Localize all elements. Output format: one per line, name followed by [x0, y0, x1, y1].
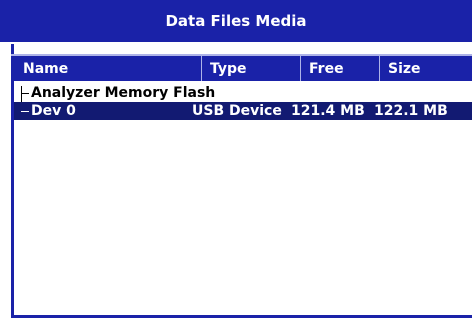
tree-item-dev-0[interactable]: Dev 0 USB Device 121.4 MB 122.1 MB	[14, 102, 472, 120]
dialog-title: Data Files Media	[0, 0, 472, 42]
column-header-row: Name Type Free Size	[11, 54, 472, 81]
tree-branch-line	[21, 111, 29, 112]
data-files-media-dialog: Data Files Media Name Type Free Size Ana…	[0, 0, 472, 318]
item-size: 122.1 MB	[374, 103, 448, 119]
tree-item-analyzer-memory-flash[interactable]: Analyzer Memory Flash	[14, 84, 472, 102]
item-name: Dev 0	[31, 103, 76, 119]
item-name: Analyzer Memory Flash	[31, 85, 216, 101]
column-header-size[interactable]: Size	[379, 56, 472, 81]
media-list-panel: Name Type Free Size Analyzer Memory Flas…	[11, 44, 472, 318]
item-type: USB Device	[192, 103, 282, 119]
column-header-type[interactable]: Type	[201, 56, 300, 81]
column-header-free[interactable]: Free	[300, 56, 379, 81]
item-free: 121.4 MB	[291, 103, 365, 119]
column-header-name[interactable]: Name	[11, 56, 201, 81]
